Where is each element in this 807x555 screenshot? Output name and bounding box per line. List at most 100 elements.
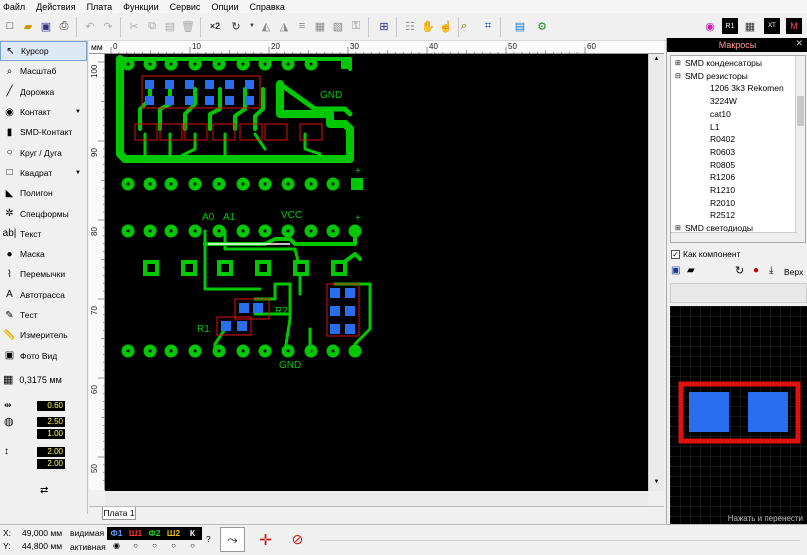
smd-height-field[interactable]: 2.00	[37, 458, 65, 469]
settings-gear-icon[interactable]: ⚙	[534, 18, 550, 34]
jumper-tool[interactable]: ⌇ Перемычки	[0, 264, 87, 284]
chip-icon[interactable]: ▦	[742, 18, 758, 34]
canvas-horizontal-scrollbar[interactable]	[105, 491, 648, 506]
duplicate-button[interactable]: ×2	[204, 18, 226, 34]
mirror-horizontal-icon[interactable]: ◭	[258, 18, 274, 34]
rotate-icon[interactable]: ↻	[228, 18, 244, 34]
active-layer-radio[interactable]: ○	[164, 541, 183, 553]
tree-vertical-scrollbar[interactable]	[795, 56, 805, 242]
menu-item[interactable]: Действия	[36, 2, 75, 12]
active-layer-radio[interactable]: ○	[126, 541, 145, 553]
copy-icon[interactable]: ⧉	[144, 18, 160, 34]
text-tool[interactable]: ab| Текст	[0, 224, 87, 244]
active-layer-radio[interactable]: ○	[145, 541, 164, 553]
menu-item[interactable]: Сервис	[170, 2, 201, 12]
menu-item[interactable]: Справка	[250, 2, 285, 12]
tree-item[interactable]: R1206	[710, 172, 735, 182]
lock-icon[interactable]: ⚿	[348, 18, 364, 34]
layer-toggle[interactable]: К	[183, 527, 202, 540]
tab-board-1[interactable]: Плата 1	[102, 507, 136, 520]
active-layer-radio[interactable]: ○	[183, 541, 202, 553]
menu-item[interactable]: Опции	[211, 2, 238, 12]
save-macro-icon[interactable]: ▣	[671, 265, 680, 276]
photo-view-tool[interactable]: ▣ Фото Вид	[0, 345, 87, 365]
tree-horizontal-scrollbar[interactable]	[671, 232, 797, 242]
select-hand-icon[interactable]: ✋	[420, 18, 436, 34]
component-icon[interactable]: ⊞	[376, 18, 392, 34]
layer-toggle[interactable]: Ш1	[126, 527, 145, 540]
as-component-checkbox[interactable]: ✓	[671, 249, 680, 259]
refresh-icon[interactable]: ↻	[735, 264, 744, 277]
pad-inner-field[interactable]: 1.00	[37, 428, 65, 439]
smd-contact-tool[interactable]: ▮ SMD-Контакт	[0, 122, 87, 142]
delete-icon[interactable]: 🗑	[180, 18, 196, 34]
mirror-vertical-icon[interactable]: ◮	[276, 18, 292, 34]
open-macro-icon[interactable]: ▰	[687, 265, 695, 276]
expand-toggle-icon[interactable]: ⊞	[675, 224, 681, 232]
macro-preview[interactable]: Нажать и перенести	[670, 306, 807, 525]
tree-item[interactable]: R2512	[710, 210, 735, 220]
xt-icon[interactable]: XT	[764, 18, 780, 34]
contact-tool[interactable]: ◉ Контакт ▼	[0, 102, 87, 122]
pcb-canvas[interactable]: GND A0 A1 VCC R1 R2 GND + +	[105, 54, 648, 491]
scale-tool[interactable]: ⌕ Масштаб	[0, 61, 87, 81]
as-component-option[interactable]: ✓ Как компонент	[671, 249, 740, 259]
expand-toggle-icon[interactable]: ⊞	[675, 59, 681, 67]
pad-outer-field[interactable]: 2.50	[37, 416, 65, 427]
layer-toggle[interactable]: Ф1	[107, 527, 126, 540]
new-file-icon[interactable]: □	[2, 18, 18, 34]
chevron-down-icon[interactable]: ▼	[75, 170, 81, 176]
paste-icon[interactable]: ▤	[162, 18, 178, 34]
r1-layer-icon[interactable]: R1	[722, 18, 738, 34]
hand-icon[interactable]: ☝	[438, 18, 454, 34]
menu-item[interactable]: Файл	[3, 2, 25, 12]
record-stop-icon[interactable]: ●	[753, 265, 759, 276]
redo-icon[interactable]: ↷	[100, 18, 116, 34]
tree-item[interactable]: L1	[710, 122, 719, 132]
active-layer-radio[interactable]: ◉	[107, 541, 126, 553]
import-icon[interactable]: ▤	[512, 18, 528, 34]
tree-item[interactable]: R0402	[710, 134, 735, 144]
smd-width-field[interactable]: 2.00	[37, 446, 65, 457]
no-connection-icon[interactable]: ⊘	[285, 527, 310, 552]
square-tool[interactable]: □ Квадрат ▼	[0, 163, 87, 183]
tree-folder[interactable]: SMD резисторы	[685, 71, 748, 81]
align-icon[interactable]: ≡	[294, 18, 310, 34]
cursor-tool[interactable]: ↖ Курсор	[0, 41, 87, 62]
track-width-field[interactable]: 0.60	[37, 400, 65, 411]
macro-tree[interactable]: SMD конденсаторы ⊞ SMD резисторы ⊟ 1206 3k3 …	[670, 55, 806, 243]
group-icon[interactable]: ▦	[312, 18, 328, 34]
top-layer-label[interactable]: Верх	[784, 267, 803, 277]
help-button[interactable]: ?	[206, 534, 211, 544]
route-mode-icon[interactable]: ⤳	[220, 527, 245, 552]
swap-icon[interactable]: ⇄	[40, 485, 48, 496]
tree-item[interactable]: R0603	[710, 147, 735, 157]
cut-icon[interactable]: ✂	[126, 18, 142, 34]
open-folder-icon[interactable]: ▰	[20, 18, 36, 34]
polygon-tool[interactable]: ◣ Полигон	[0, 183, 87, 203]
circle-arc-tool[interactable]: ○ Круг / Дуга	[0, 142, 87, 162]
zoom-icon[interactable]: ⌕	[456, 18, 472, 34]
connector-icon[interactable]: M	[786, 18, 802, 34]
crosshair-icon[interactable]: ✛	[253, 527, 278, 552]
tree-item[interactable]: 3224W	[710, 96, 737, 106]
expand-toggle-icon[interactable]: ⊟	[675, 72, 681, 80]
menu-item[interactable]: Плата	[87, 2, 113, 12]
component-list-icon[interactable]: ☷	[402, 18, 418, 34]
layer-toggle[interactable]: Ф2	[145, 527, 164, 540]
download-icon[interactable]: ⤓	[769, 265, 773, 276]
ungroup-icon[interactable]: ▧	[330, 18, 346, 34]
undo-icon[interactable]: ↶	[82, 18, 98, 34]
menu-item[interactable]: Функции	[123, 2, 158, 12]
track-tool[interactable]: ╱ Дорожка	[0, 82, 87, 102]
tree-folder[interactable]: SMD конденсаторы	[685, 58, 762, 68]
tree-item[interactable]: R2010	[710, 198, 735, 208]
chevron-down-icon[interactable]: ▼	[75, 109, 81, 115]
autoroute-tool[interactable]: A Автотрасса	[0, 285, 87, 305]
scroll-up-icon[interactable]: ▲	[651, 56, 662, 66]
special-forms-tool[interactable]: ✲ Спецформы	[0, 203, 87, 223]
tree-item[interactable]: 1206 3k3 Rekomen	[710, 83, 784, 93]
mask-tool[interactable]: ● Маска	[0, 244, 87, 264]
record-icon[interactable]: ◉	[702, 18, 718, 34]
canvas-vertical-scrollbar[interactable]: ▲ ▼	[648, 54, 664, 491]
